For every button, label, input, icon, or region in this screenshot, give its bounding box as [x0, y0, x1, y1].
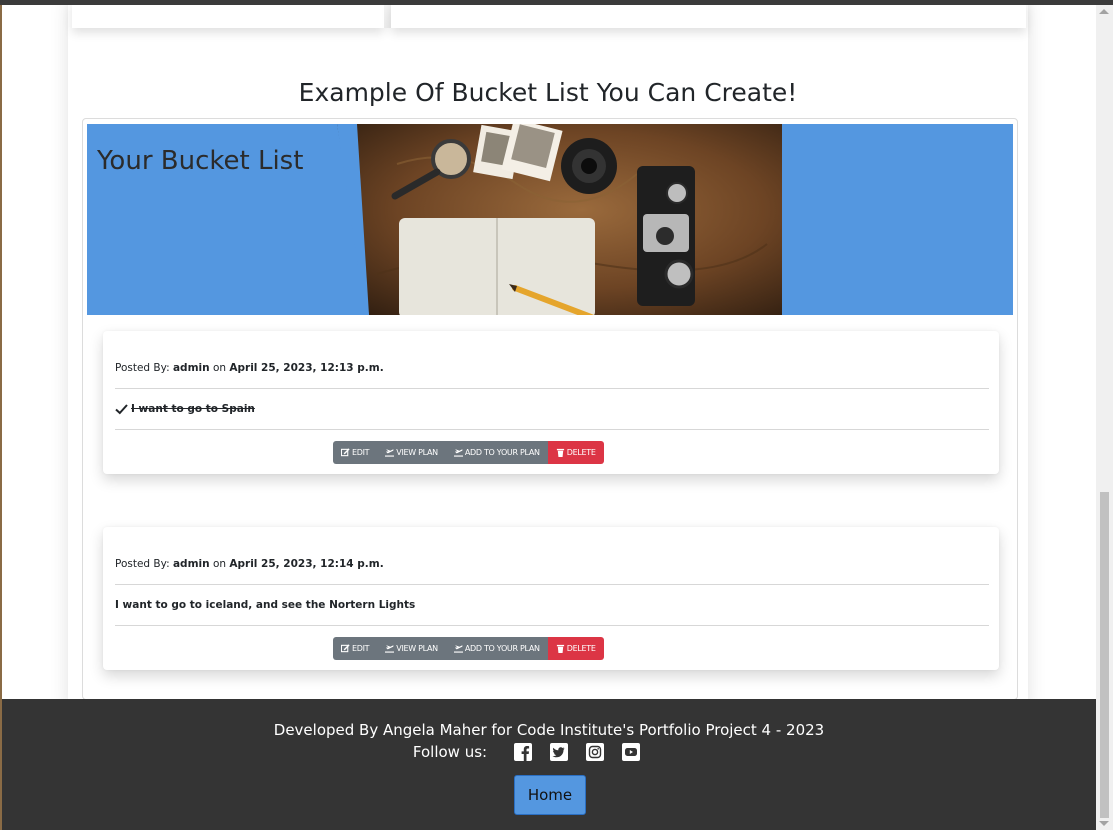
plane-icon — [453, 449, 463, 457]
previous-card-divider — [384, 5, 391, 28]
banner-title: Your Bucket List — [97, 146, 304, 176]
edit-icon — [341, 644, 350, 653]
youtube-icon[interactable] — [622, 743, 641, 761]
edit-icon — [341, 448, 350, 457]
facebook-icon[interactable] — [514, 743, 533, 761]
delete-button[interactable]: DELETE — [547, 441, 604, 464]
example-bucket-list: Your Bucket List Posted By: admin on Apr… — [82, 118, 1018, 700]
divider — [115, 625, 989, 626]
social-links: Follow us: — [2, 743, 1096, 761]
section-title: Example Of Bucket List You Can Create! — [298, 78, 798, 107]
posted-by-label: Posted By: — [115, 362, 170, 374]
trash-icon — [556, 448, 564, 457]
post-meta: Posted By: admin on April 25, 2023, 12:1… — [115, 362, 384, 374]
bucket-item-card: Posted By: admin on April 25, 2023, 12:1… — [103, 331, 999, 474]
footer-credit: Developed By Angela Maher for Code Insti… — [273, 721, 825, 739]
previous-card-left — [72, 5, 384, 28]
main-container: Example Of Bucket List You Can Create! Y… — [68, 5, 1028, 710]
site-footer: Developed By Angela Maher for Code Insti… — [2, 699, 1096, 830]
travel-desk-photo — [337, 124, 782, 315]
bucket-item-text: I want to go to iceland, and see the Nor… — [115, 599, 415, 611]
post-date: April 25, 2023, 12:14 p.m. — [229, 558, 384, 570]
post-meta: Posted By: admin on April 25, 2023, 12:1… — [115, 558, 384, 570]
delete-label: DELETE — [566, 644, 596, 653]
divider — [115, 388, 989, 389]
add-to-plan-button[interactable]: ADD TO YOUR PLAN — [445, 441, 548, 464]
view-plan-label: VIEW PLAN — [396, 644, 438, 653]
posted-by-label: Posted By: — [115, 558, 170, 570]
add-to-plan-label: ADD TO YOUR PLAN — [464, 644, 540, 653]
vertical-scrollbar[interactable] — [1096, 5, 1113, 830]
view-plan-button[interactable]: VIEW PLAN — [377, 441, 446, 464]
divider — [115, 429, 989, 430]
bucket-item-card: Posted By: admin on April 25, 2023, 12:1… — [103, 527, 999, 670]
on-label: on — [212, 558, 227, 570]
trash-icon — [556, 644, 564, 653]
edit-label: EDIT — [352, 644, 370, 653]
plane-icon — [385, 645, 395, 653]
edit-button[interactable]: EDIT — [333, 441, 378, 464]
bucket-item-label: I want to go to Spain — [131, 403, 255, 415]
view-plan-button[interactable]: VIEW PLAN — [377, 637, 446, 660]
home-button[interactable]: Home — [514, 775, 586, 815]
instagram-icon[interactable] — [586, 743, 605, 761]
previous-card-right — [391, 5, 1026, 28]
add-to-plan-button[interactable]: ADD TO YOUR PLAN — [445, 637, 548, 660]
delete-button[interactable]: DELETE — [547, 637, 604, 660]
check-icon — [115, 404, 128, 415]
edit-button[interactable]: EDIT — [333, 637, 378, 660]
plane-icon — [453, 645, 463, 653]
follow-label: Follow us: — [412, 743, 488, 761]
add-to-plan-label: ADD TO YOUR PLAN — [464, 448, 540, 457]
bucket-item-label: I want to go to iceland, and see the Nor… — [115, 599, 416, 611]
item-actions: EDIT VIEW PLAN ADD TO YOUR PLAN DELETE — [333, 441, 604, 464]
bucket-item-text: I want to go to Spain — [115, 403, 255, 415]
post-author: admin — [172, 558, 210, 570]
scrollbar-thumb[interactable] — [1100, 492, 1109, 818]
bucket-list-banner: Your Bucket List — [87, 124, 1013, 315]
divider — [115, 584, 989, 585]
scroll-up-arrow-icon[interactable] — [1099, 9, 1109, 14]
twitter-icon[interactable] — [550, 743, 569, 761]
delete-label: DELETE — [566, 448, 596, 457]
edit-label: EDIT — [352, 448, 370, 457]
view-plan-label: VIEW PLAN — [396, 448, 438, 457]
post-author: admin — [172, 362, 210, 374]
plane-icon — [385, 449, 395, 457]
item-actions: EDIT VIEW PLAN ADD TO YOUR PLAN DELETE — [333, 637, 604, 660]
scroll-down-arrow-icon[interactable] — [1099, 821, 1109, 826]
on-label: on — [212, 362, 227, 374]
browser-viewport: Example Of Bucket List You Can Create! Y… — [2, 5, 1096, 830]
post-date: April 25, 2023, 12:13 p.m. — [229, 362, 384, 374]
